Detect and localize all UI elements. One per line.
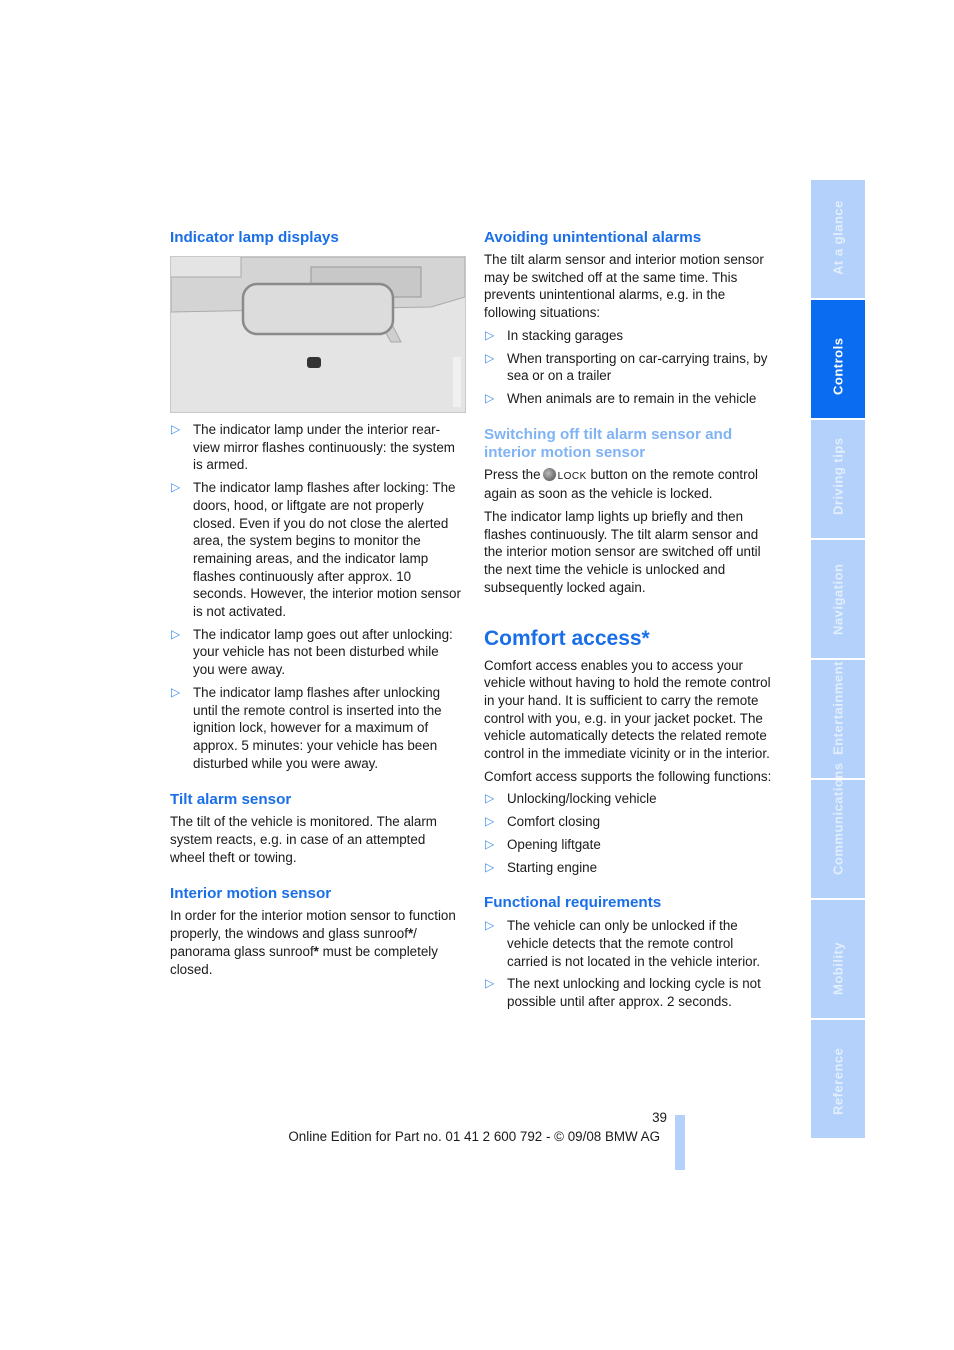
left-column: Indicator lamp displays ▷ The indicator l… (170, 229, 466, 978)
tab-driving-tips[interactable]: Driving tips (811, 420, 865, 538)
list-item: ▷ Unlocking/locking vehicle (485, 791, 657, 807)
edition-footer: Online Edition for Part no. 01 41 2 600 … (288, 1129, 660, 1144)
list-item: ▷ The vehicle can only be unlocked if the… (485, 918, 761, 969)
list-item: ▷ The next unlocking and locking cycle is… (485, 976, 761, 1010)
triangle-bullet-icon: ▷ (485, 859, 495, 874)
tab-reference[interactable]: Reference (811, 1020, 865, 1138)
triangle-bullet-icon: ▷ (171, 480, 181, 495)
triangle-bullet-icon: ▷ (485, 791, 495, 806)
tab-communications[interactable]: Communications (811, 763, 865, 898)
functional-list: ▷ The vehicle can only be unlocked if the… (484, 917, 776, 1011)
motion-text: In order for the interior motion sensor … (170, 908, 456, 977)
avoid-text: The tilt alarm sensor and interior motio… (484, 252, 764, 321)
tab-entertainment[interactable]: Entertainment (811, 660, 865, 778)
lock-button-icon (542, 467, 556, 481)
triangle-bullet-icon: ▷ (485, 327, 495, 342)
rearview-mirror-figure (170, 256, 466, 413)
tab-navigation[interactable]: Navigation (811, 540, 865, 658)
triangle-bullet-icon: ▷ (485, 836, 495, 851)
tab-mobility[interactable]: Mobility (811, 900, 865, 1018)
triangle-bullet-icon: ▷ (171, 626, 181, 641)
tab-controls[interactable]: Controls (811, 300, 865, 418)
switch-heading: Switching off tilt alarm sensor and inte… (484, 425, 733, 461)
triangle-bullet-icon: ▷ (485, 976, 495, 991)
switch-text-2: The indicator lamp lights up briefly and… (484, 509, 761, 595)
list-item: ▷ When transporting on car-carrying train… (485, 350, 768, 384)
list-item: ▷ Comfort closing (485, 814, 601, 830)
list-item: ▷ The indicator lamp under the interior r… (171, 422, 455, 473)
triangle-bullet-icon: ▷ (485, 350, 495, 365)
comfort-text-2: Comfort access supports the following fu… (484, 768, 772, 784)
triangle-bullet-icon: ▷ (485, 814, 495, 829)
avoid-list: ▷ In stacking garages ▷ When transporting … (484, 327, 776, 408)
avoid-heading: Avoiding unintentional alarms (484, 229, 702, 246)
list-item: ▷ The indicator lamp flashes after lockin… (171, 480, 461, 620)
tilt-heading: Tilt alarm sensor (170, 791, 292, 809)
rearview-mirror-illustration (171, 257, 465, 412)
triangle-bullet-icon: ▷ (485, 390, 495, 405)
motion-heading: Interior motion sensor (170, 885, 332, 903)
list-item: ▷ When animals are to remain in the vehic… (485, 390, 757, 406)
triangle-bullet-icon: ▷ (171, 422, 181, 436)
list-item: ▷ Opening liftgate (485, 836, 601, 852)
triangle-bullet-icon: ▷ (485, 918, 495, 933)
list-item: ▷ In stacking garages (485, 327, 624, 343)
list-item: ▷ Starting engine (485, 859, 598, 875)
tab-at-a-glance[interactable]: At a glance (811, 180, 865, 298)
list-item: ▷ The indicator lamp goes out after unloc… (171, 626, 453, 678)
indicator-list: ▷ The indicator lamp under the interior r… (170, 421, 462, 772)
page-number: 39 (652, 1110, 667, 1125)
lock-label: LOCK (557, 470, 587, 482)
chapter-tabs: At a glance Controls Driving tips Naviga… (811, 180, 865, 1140)
page-marker-bar (675, 1115, 685, 1170)
comfort-text: Comfort access enables you to access you… (484, 657, 771, 762)
comfort-list: ▷ Unlocking/locking vehicle ▷ Comfort clos… (484, 790, 776, 876)
list-item: ▷ The indicator lamp flashes after unlock… (171, 684, 442, 771)
functional-heading: Functional requirements (484, 894, 662, 912)
switch-text: Press the LOCK button on the remote contr… (484, 466, 759, 502)
comfort-heading: Comfort access* (484, 626, 650, 650)
right-column: Avoiding unintentional alarms The tilt a… (484, 229, 776, 1011)
triangle-bullet-icon: ▷ (171, 684, 181, 699)
tilt-text: The tilt of the vehicle is monitored. Th… (170, 814, 437, 865)
indicator-heading: Indicator lamp displays (170, 229, 339, 246)
